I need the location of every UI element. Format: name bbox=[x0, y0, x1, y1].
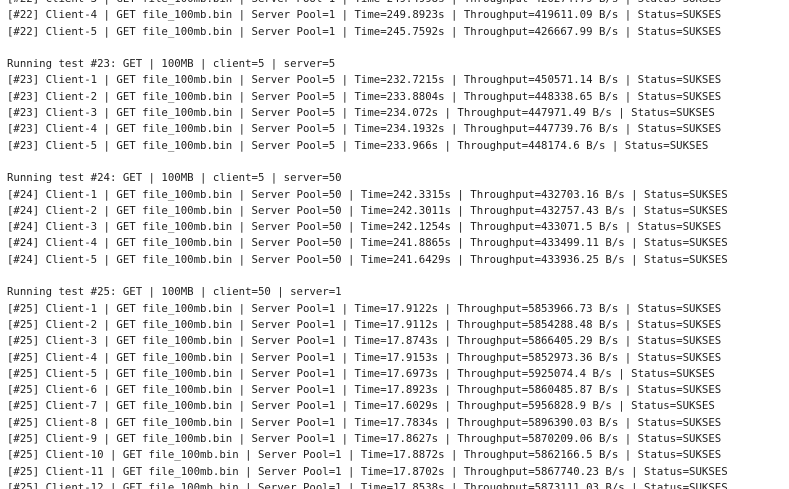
log-line: [#25] Client-1 | GET file_100mb.bin | Se… bbox=[7, 301, 722, 315]
log-line: [#25] Client-10 | GET file_100mb.bin | S… bbox=[7, 448, 722, 462]
log-line: [#25] Client-9 | GET file_100mb.bin | Se… bbox=[7, 432, 722, 446]
log-line: [#22] Client-5 | GET file_100mb.bin | Se… bbox=[7, 24, 722, 38]
log-line: [#23] Client-5 | GET file_100mb.bin | Se… bbox=[7, 138, 709, 152]
log-line: [#23] Client-4 | GET file_100mb.bin | Se… bbox=[7, 122, 722, 136]
log-line: [#24] Client-1 | GET file_100mb.bin | Se… bbox=[7, 187, 728, 201]
log-line: [#24] Client-4 | GET file_100mb.bin | Se… bbox=[7, 236, 728, 250]
log-line: [#23] Client-1 | GET file_100mb.bin | Se… bbox=[7, 73, 722, 87]
log-line: [#22] Client-4 | GET file_100mb.bin | Se… bbox=[7, 8, 722, 22]
log-line: Running test #23: GET | 100MB | client=5… bbox=[7, 57, 336, 71]
log-line: [#24] Client-2 | GET file_100mb.bin | Se… bbox=[7, 203, 728, 217]
log-line: [#25] Client-8 | GET file_100mb.bin | Se… bbox=[7, 415, 722, 429]
terminal-output[interactable]: [#22] Client-3 | GET file_100mb.bin | Se… bbox=[0, 0, 789, 489]
log-line: [#24] Client-5 | GET file_100mb.bin | Se… bbox=[7, 252, 728, 266]
log-line: [#25] Client-11 | GET file_100mb.bin | S… bbox=[7, 464, 728, 478]
log-line: [#25] Client-6 | GET file_100mb.bin | Se… bbox=[7, 383, 722, 397]
log-line: [#25] Client-4 | GET file_100mb.bin | Se… bbox=[7, 350, 722, 364]
log-line: [#24] Client-3 | GET file_100mb.bin | Se… bbox=[7, 220, 722, 234]
log-line: Running test #25: GET | 100MB | client=5… bbox=[7, 285, 342, 299]
log-line: [#25] Client-2 | GET file_100mb.bin | Se… bbox=[7, 317, 722, 331]
log-line: [#22] Client-3 | GET file_100mb.bin | Se… bbox=[7, 0, 789, 7]
log-line: Running test #24: GET | 100MB | client=5… bbox=[7, 171, 342, 185]
log-line: [#25] Client-5 | GET file_100mb.bin | Se… bbox=[7, 366, 715, 380]
terminal-log: [#22] Client-3 | GET file_100mb.bin | Se… bbox=[7, 0, 789, 489]
log-line: [#23] Client-3 | GET file_100mb.bin | Se… bbox=[7, 106, 715, 120]
log-line: [#25] Client-3 | GET file_100mb.bin | Se… bbox=[7, 334, 722, 348]
log-line: [#25] Client-7 | GET file_100mb.bin | Se… bbox=[7, 399, 715, 413]
log-line: [#23] Client-2 | GET file_100mb.bin | Se… bbox=[7, 89, 722, 103]
log-line: [#25] Client-12 | GET file_100mb.bin | S… bbox=[7, 480, 728, 489]
